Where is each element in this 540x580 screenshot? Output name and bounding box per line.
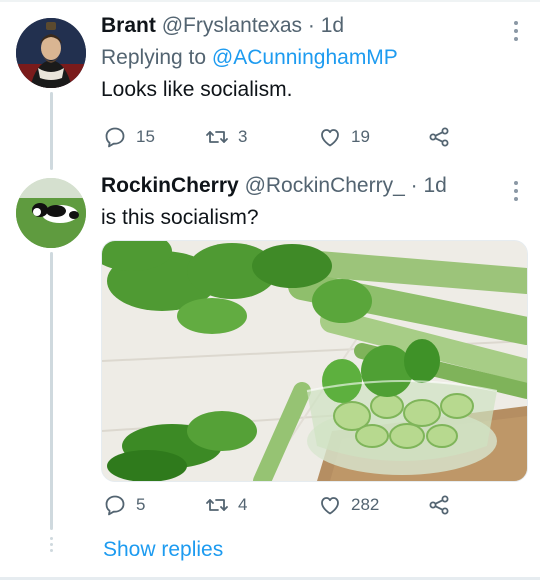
reply-button[interactable]: 5 — [103, 492, 145, 518]
separator: · — [307, 14, 315, 37]
tweet-text: Looks like socialism. — [101, 78, 293, 101]
retweet-icon — [206, 499, 228, 511]
tweet-header: Brant @Fryslantexas · 1d — [101, 12, 526, 40]
retweet-count: 3 — [238, 127, 248, 146]
tweet-photo-celery[interactable] — [101, 240, 528, 482]
tweet[interactable]: Brant @Fryslantexas · 1d Replying to @AC… — [101, 12, 526, 148]
retweet-icon — [206, 131, 228, 143]
avatar-dog-image — [16, 178, 86, 248]
like-button[interactable]: 19 — [318, 124, 370, 150]
avatar[interactable] — [16, 18, 86, 88]
more-icon[interactable] — [506, 12, 526, 41]
retweet-count: 4 — [238, 495, 248, 514]
share-button[interactable] — [427, 124, 451, 150]
celery-photo — [102, 241, 527, 481]
replying-to-label: Replying to — [101, 46, 212, 69]
display-name[interactable]: Brant — [101, 14, 156, 37]
like-count: 282 — [351, 495, 380, 514]
reply-icon — [105, 495, 125, 516]
tweet-actions: 15 3 19 — [101, 124, 526, 150]
timestamp[interactable]: 1d — [423, 174, 446, 197]
like-icon — [321, 497, 339, 515]
like-icon — [321, 129, 339, 147]
reply-icon — [105, 127, 125, 148]
reply-count: 15 — [136, 127, 155, 146]
user-handle[interactable]: @Fryslantexas — [162, 14, 302, 37]
like-count: 19 — [351, 127, 370, 146]
share-button[interactable] — [427, 492, 451, 518]
replying-to: Replying to @ACunninghamMP — [101, 44, 526, 72]
top-divider — [0, 0, 540, 2]
reply-count: 5 — [136, 495, 146, 514]
tweet-header: RockinCherry @RockinCherry_ · 1d — [101, 172, 526, 200]
share-icon — [429, 495, 449, 515]
separator: · — [410, 174, 418, 197]
mention-link[interactable]: @ACunninghamMP — [212, 46, 398, 69]
avatar[interactable] — [16, 178, 86, 248]
tweet[interactable]: RockinCherry @RockinCherry_ · 1d is this… — [101, 172, 528, 516]
thread-continuation-dots — [49, 537, 54, 555]
tweet-text: is this socialism? — [101, 206, 259, 229]
show-replies-link[interactable]: Show replies — [103, 536, 223, 564]
retweet-button[interactable]: 3 — [205, 124, 247, 150]
display-name[interactable]: RockinCherry — [101, 174, 239, 197]
user-handle[interactable]: @RockinCherry_ — [245, 174, 405, 197]
share-icon — [429, 127, 449, 147]
retweet-button[interactable]: 4 — [205, 492, 247, 518]
reply-button[interactable]: 15 — [103, 124, 155, 150]
like-button[interactable]: 282 — [318, 492, 379, 518]
more-icon[interactable] — [506, 172, 526, 201]
thread-connector-line — [50, 252, 53, 530]
timestamp[interactable]: 1d — [321, 14, 344, 37]
avatar-portrait-image — [16, 18, 86, 88]
thread-connector-line — [50, 92, 53, 170]
tweet-actions: 5 4 282 — [101, 492, 526, 518]
